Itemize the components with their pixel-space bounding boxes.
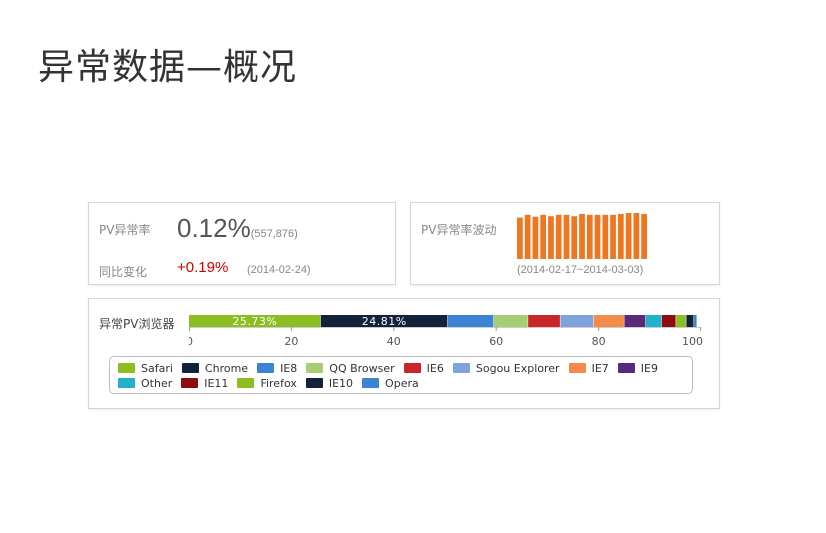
fluctuation-bar bbox=[641, 213, 647, 259]
legend-row: Safari Chrome IE8 QQ Browser IE6 Sogou Explor… bbox=[118, 361, 684, 375]
fluctuation-bar bbox=[571, 216, 578, 259]
bar-segment-firefox[interactable] bbox=[676, 315, 686, 327]
legend-item-qq-browser[interactable]: QQ Browser bbox=[306, 361, 395, 375]
fluctuation-bar bbox=[610, 214, 616, 259]
legend-swatch bbox=[237, 378, 255, 388]
legend-label: Firefox bbox=[260, 376, 297, 390]
legend-swatch bbox=[118, 378, 135, 388]
legend-label: IE9 bbox=[640, 361, 658, 375]
bar-data-label: 25.73% bbox=[232, 315, 277, 327]
bar-segment-other[interactable] bbox=[645, 315, 662, 327]
pv-rate-value: 0.12% bbox=[177, 213, 251, 243]
axis-tick-label: 60 bbox=[489, 335, 503, 348]
fluctuation-bar bbox=[517, 217, 523, 259]
axis-tick-label: 40 bbox=[387, 335, 401, 348]
legend-swatch bbox=[305, 378, 323, 388]
legend-item-safari[interactable]: Safari bbox=[118, 362, 173, 375]
fluctuation-bar bbox=[540, 214, 547, 259]
bar-segment-sogou-explorer[interactable] bbox=[560, 315, 594, 327]
yoy-label: 同比变化 bbox=[99, 265, 148, 279]
axis-tick-label: 100 bbox=[682, 335, 703, 348]
fluctuation-bar bbox=[594, 214, 601, 259]
legend-swatch bbox=[118, 363, 135, 373]
legend-row: Other IE11 Firefox IE10 Opera bbox=[118, 376, 684, 390]
bar-segment-ie7[interactable] bbox=[593, 315, 624, 327]
fluctuation-bar bbox=[602, 214, 609, 259]
fluctuation-bar bbox=[555, 214, 562, 259]
legend-label: Opera bbox=[385, 376, 419, 390]
page-title: 异常数据—概况 bbox=[38, 47, 298, 88]
pv-rate-label: PV异常率 bbox=[99, 223, 151, 237]
legend-swatch bbox=[452, 363, 470, 373]
abnormal-pv-browser-card: 异常PV浏览器 25.73% 24.81% 0 20 40 60 80 100 Safari… bbox=[88, 298, 720, 409]
bar-segment-ie11[interactable] bbox=[661, 315, 676, 327]
legend-swatch bbox=[181, 363, 199, 373]
legend-swatch bbox=[362, 378, 380, 388]
yoy-date: (2014-02-24) bbox=[247, 264, 311, 276]
fluctuation-bar bbox=[617, 213, 624, 259]
bar-data-label: 24.81% bbox=[362, 315, 407, 327]
legend-swatch bbox=[181, 378, 199, 388]
fluctuation-bar bbox=[563, 214, 570, 259]
axis-tick-label: 80 bbox=[592, 335, 606, 348]
legend-label: QQ Browser bbox=[329, 361, 395, 375]
legend-item-other[interactable]: Other bbox=[118, 377, 172, 390]
legend-label: Safari bbox=[141, 361, 173, 375]
fluctuation-bar bbox=[548, 216, 554, 259]
legend-item-opera[interactable]: Opera bbox=[362, 377, 419, 390]
pv-rate-value-group: 0.12%(557,876) bbox=[177, 213, 298, 244]
fluctuation-bar bbox=[633, 213, 640, 259]
legend-label: Other bbox=[141, 376, 173, 390]
fluctuation-bar bbox=[625, 213, 632, 259]
bar-segment-qq-browser[interactable] bbox=[493, 315, 528, 327]
legend-swatch bbox=[257, 363, 275, 373]
bar-segment-ie10[interactable] bbox=[686, 315, 694, 327]
legend-item-sogou-explorer[interactable]: Sogou Explorer bbox=[452, 361, 560, 375]
legend-label: IE11 bbox=[204, 376, 229, 390]
legend-item-ie7[interactable]: IE7 bbox=[568, 361, 609, 375]
fluctuation-bar bbox=[524, 214, 531, 259]
fluctuation-bar bbox=[532, 216, 539, 259]
legend-item-ie11[interactable]: IE11 bbox=[181, 377, 228, 390]
fluctuation-bar bbox=[579, 213, 585, 259]
fluctuation-bar bbox=[586, 214, 593, 259]
pv-abnormal-rate-card: PV异常率 0.12%(557,876) 同比变化 +0.19% (2014-0… bbox=[88, 202, 396, 285]
axis-tick-label: 0 bbox=[189, 335, 193, 348]
legend-swatch bbox=[617, 363, 635, 373]
bar-segment-opera[interactable] bbox=[694, 315, 697, 327]
browser-stacked-bar: 25.73% 24.81% bbox=[189, 315, 697, 327]
legend-swatch bbox=[306, 363, 324, 373]
legend-label: Chrome bbox=[204, 361, 249, 375]
legend-label: Sogou Explorer bbox=[475, 361, 560, 375]
legend-item-ie8[interactable]: IE8 bbox=[257, 362, 297, 375]
legend-label: IE8 bbox=[280, 361, 298, 375]
bar-segment-ie9[interactable] bbox=[624, 315, 646, 327]
legend-label: IE7 bbox=[591, 361, 609, 375]
axis-tick-label: 20 bbox=[284, 335, 298, 348]
legend-swatch bbox=[403, 363, 421, 373]
legend-item-chrome[interactable]: Chrome bbox=[181, 361, 249, 375]
browser-bar-axis: 0 20 40 60 80 100 bbox=[189, 327, 703, 348]
fluctuation-sparkline bbox=[517, 213, 647, 259]
fluctuation-label: PV异常率波动 bbox=[421, 223, 497, 237]
legend-swatch bbox=[568, 363, 586, 373]
pv-rate-count: (557,876) bbox=[250, 228, 298, 240]
yoy-value: +0.19% bbox=[177, 259, 229, 276]
legend-label: IE6 bbox=[426, 361, 444, 375]
browser-legend: Safari Chrome IE8 QQ Browser IE6 Sogou Explor… bbox=[109, 356, 693, 394]
fluctuation-date-range: (2014-02-17~2014-03-03) bbox=[517, 264, 644, 276]
legend-label: IE10 bbox=[328, 376, 354, 390]
bar-segment-ie8[interactable] bbox=[447, 315, 494, 327]
legend-item-firefox[interactable]: Firefox bbox=[237, 376, 297, 390]
legend-item-ie9[interactable]: IE9 bbox=[617, 361, 658, 375]
bar-segment-ie6[interactable] bbox=[528, 315, 560, 327]
legend-item-ie10[interactable]: IE10 bbox=[305, 376, 354, 390]
pv-rate-fluctuation-card: PV异常率波动 (2014-02-17~2014-03-03) bbox=[410, 202, 720, 285]
legend-item-ie6[interactable]: IE6 bbox=[403, 361, 444, 375]
browser-card-label: 异常PV浏览器 bbox=[99, 317, 175, 331]
